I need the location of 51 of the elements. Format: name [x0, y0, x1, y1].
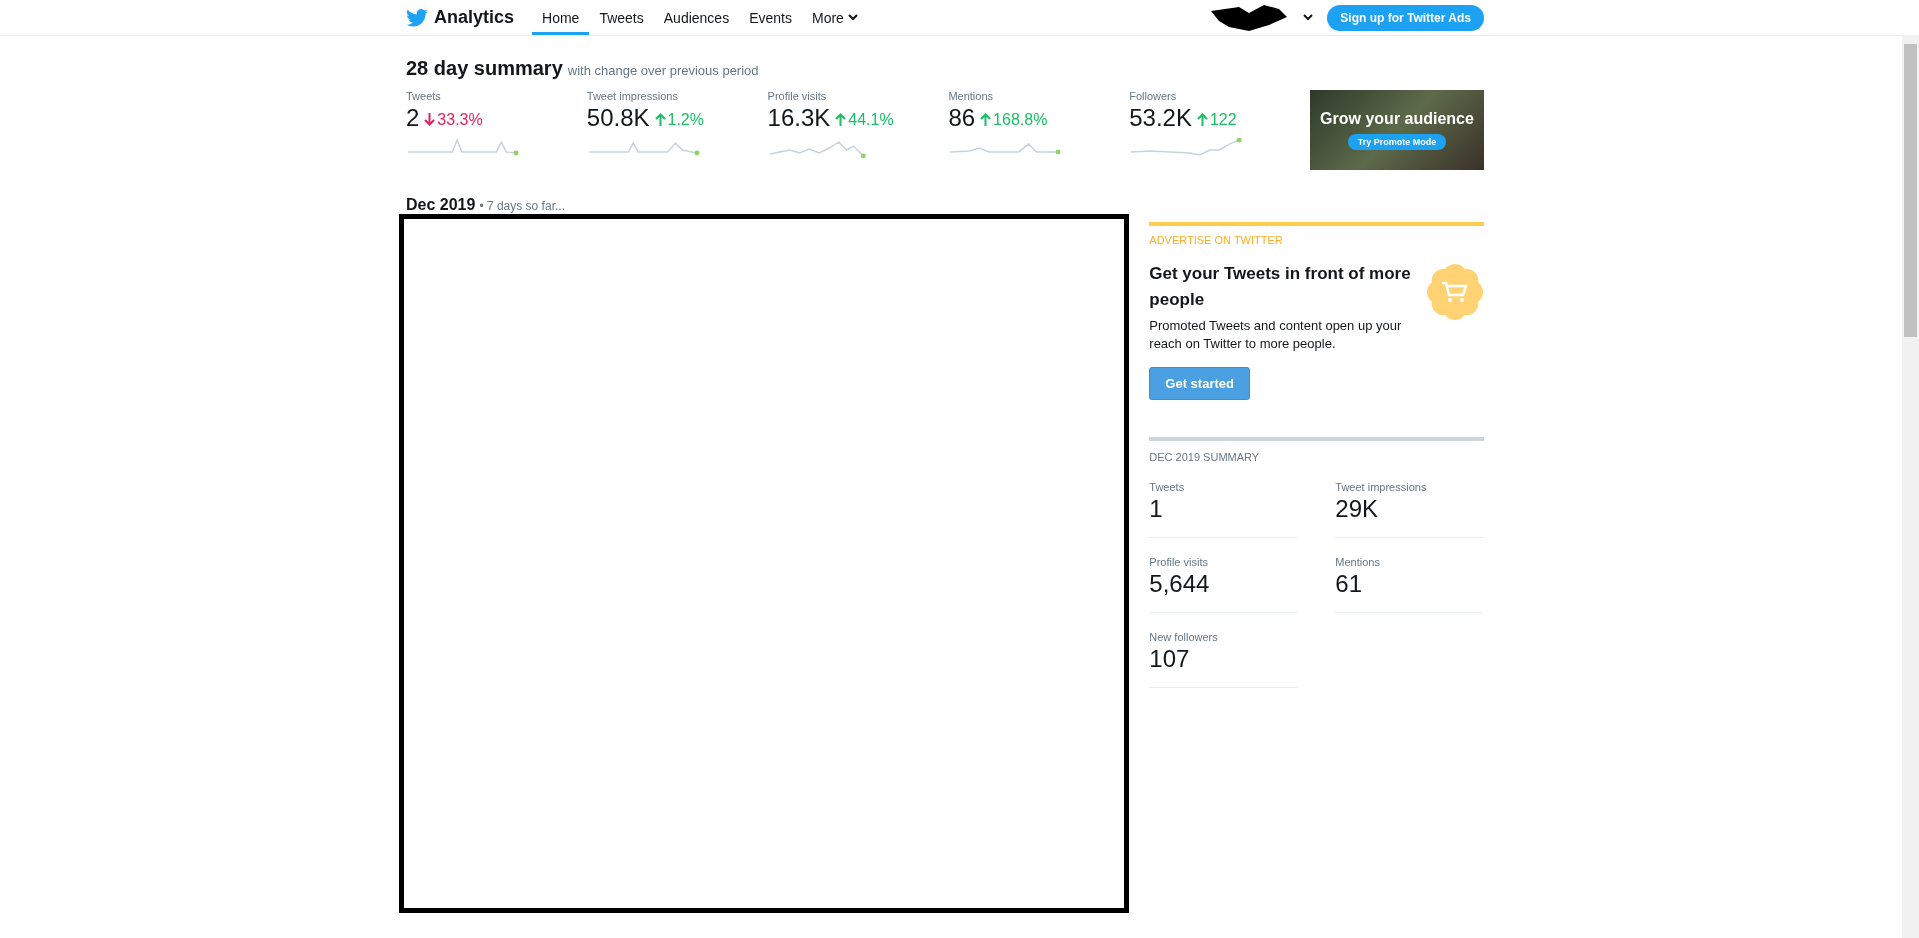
- arrow-down-icon: [424, 113, 436, 126]
- advertise-heading: Get your Tweets in front of more people: [1149, 263, 1412, 311]
- summary-label: New followers: [1149, 631, 1219, 643]
- stat-change: 168.8%: [980, 110, 1048, 129]
- stat-change: 122: [1196, 110, 1237, 129]
- stat-change: 1.2%: [654, 110, 704, 129]
- summary-label: Mentions: [1335, 556, 1381, 568]
- scrollbar-thumb[interactable]: [1904, 44, 1917, 337]
- summary-value: 29K: [1335, 495, 1379, 523]
- nav-tab[interactable]: Events: [739, 0, 802, 35]
- nav-tab[interactable]: Home: [532, 0, 590, 35]
- arrow-up-icon: [654, 113, 666, 126]
- stat-label: Profile visits: [767, 90, 828, 102]
- summary-value: 1: [1149, 495, 1164, 523]
- summary-label: Tweet impressions: [1335, 481, 1428, 493]
- chevron-down-icon[interactable]: [1303, 14, 1314, 21]
- summary-label: Profile visits: [1149, 556, 1209, 568]
- stat-label: Followers: [1129, 90, 1178, 102]
- month-note: • 7 days so far...: [479, 199, 565, 213]
- summary-value: 107: [1149, 645, 1191, 673]
- month-title: Dec 2019: [406, 196, 476, 214]
- arrow-up-icon: [835, 113, 847, 126]
- month-summary-title: DEC 2019 SUMMARY: [1149, 451, 1261, 463]
- chevron-down-icon: [847, 14, 858, 21]
- nav-tab[interactable]: Audiences: [653, 0, 740, 35]
- bird-icon: [406, 8, 428, 27]
- nav-tab[interactable]: Tweets: [589, 0, 654, 35]
- stat-label: Mentions: [948, 90, 995, 102]
- stat-value: 2: [406, 104, 420, 132]
- summary-label: Tweets: [1149, 481, 1186, 493]
- summary-value: 5,644: [1149, 570, 1211, 598]
- brand-title: Analytics: [434, 7, 515, 28]
- arrow-up-icon: [980, 113, 992, 126]
- arrow-up-icon: [1196, 113, 1208, 126]
- summary-title: 28 day summary: [406, 57, 563, 80]
- summary-subtitle: with change over previous period: [567, 63, 759, 78]
- advertise-eyebrow: ADVERTISE ON TWITTER: [1149, 234, 1284, 246]
- stat-value: 16.3K: [767, 104, 831, 132]
- summary-value: 61: [1335, 570, 1363, 598]
- advertise-text: Promoted Tweets and content open up your reach on Twitter to more people.: [1149, 317, 1403, 353]
- stat-change: 33.3%: [424, 110, 483, 129]
- promo-headline: Grow your audience: [1320, 110, 1474, 128]
- shopping-cart-badge-icon: [1426, 263, 1484, 321]
- stat-value: 86: [948, 104, 976, 132]
- nav-tab[interactable]: More: [801, 0, 868, 35]
- stat-label: Tweet impressions: [586, 90, 679, 102]
- stat-label: Tweets: [406, 90, 442, 102]
- stat-value: 53.2K: [1129, 104, 1192, 132]
- stat-change: 44.1%: [835, 110, 894, 129]
- promo-banner[interactable]: Grow your audience Try Promote Mode: [1310, 90, 1484, 170]
- stat-value: 50.8K: [586, 104, 650, 132]
